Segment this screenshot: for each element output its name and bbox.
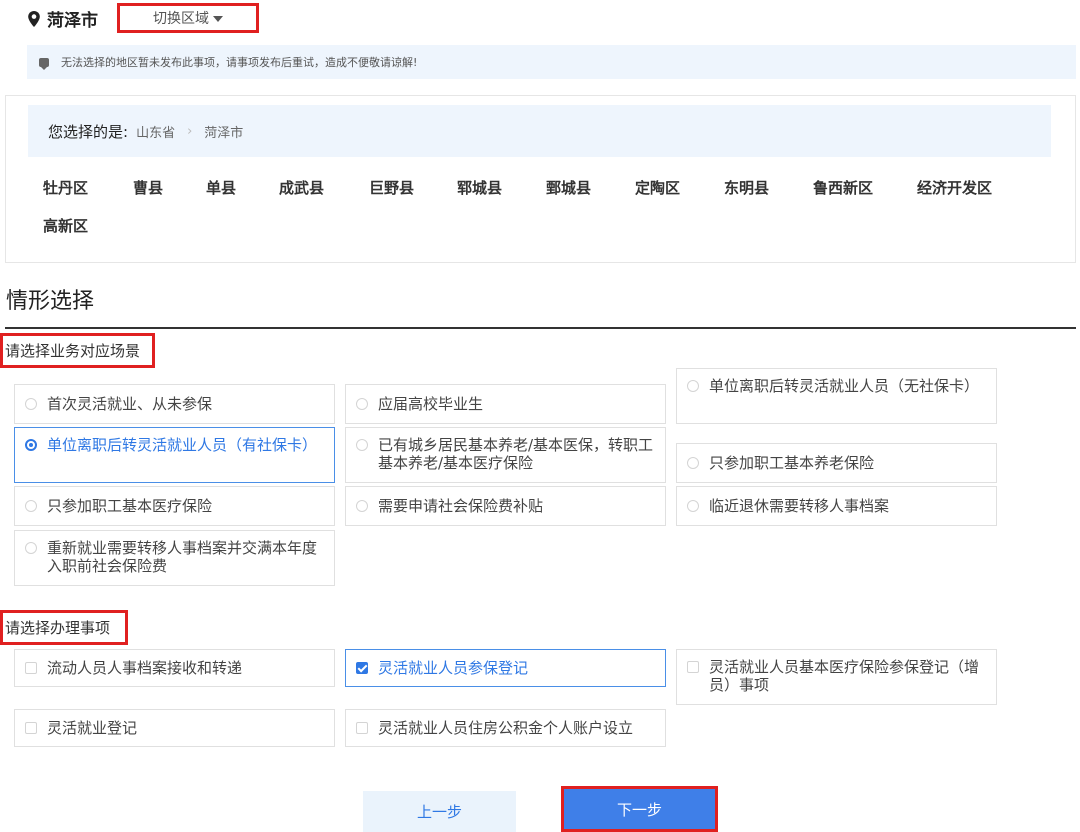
district-item[interactable]: 鲁西新区 [813, 177, 873, 198]
radio-icon [356, 439, 368, 451]
scenario-option[interactable]: 单位离职后转灵活就业人员（无社保卡） [676, 368, 997, 424]
selected-region-bar: 您选择的是: 山东省 › 菏泽市 [28, 105, 1051, 157]
prev-step-label: 上一步 [416, 803, 462, 821]
city-name: 菏泽市 [47, 11, 98, 31]
district-item[interactable]: 高新区 [43, 215, 88, 236]
scenario-option[interactable]: 已有城乡居民基本养老/基本医保，转职工基本养老/基本医疗保险 [345, 427, 666, 483]
radio-icon [687, 500, 699, 512]
switch-region-label: 切换区域 [153, 11, 209, 27]
caret-down-icon [213, 16, 223, 22]
breadcrumb-city[interactable]: 菏泽市 [204, 122, 243, 141]
scenario-option[interactable]: 临近退休需要转移人事档案 [676, 486, 997, 526]
checkbox-icon [25, 662, 37, 674]
radio-icon [687, 457, 699, 469]
checkbox-icon [356, 722, 368, 734]
checkbox-checked-icon [356, 662, 368, 674]
next-step-button[interactable]: 下一步 [561, 786, 718, 832]
scenario-option[interactable]: 首次灵活就业、从未参保 [14, 384, 335, 424]
radio-icon [25, 542, 37, 554]
breadcrumb-separator-icon: › [187, 123, 193, 139]
district-item[interactable]: 定陶区 [635, 177, 680, 198]
section-divider [5, 327, 1076, 329]
scenario-option[interactable]: 只参加职工基本养老保险 [676, 443, 997, 483]
district-item[interactable]: 巨野县 [369, 177, 414, 198]
district-item[interactable]: 东明县 [724, 177, 769, 198]
district-item[interactable]: 郓城县 [457, 177, 502, 198]
district-item[interactable]: 曹县 [133, 177, 163, 198]
checkbox-icon [687, 661, 699, 673]
district-item[interactable]: 经济开发区 [917, 177, 992, 198]
matter-option[interactable]: 流动人员人事档案接收和转递 [14, 649, 335, 687]
district-item[interactable]: 单县 [206, 177, 236, 198]
prev-step-button[interactable]: 上一步 [363, 791, 516, 832]
scenario-option[interactable]: 重新就业需要转移人事档案并交满本年度入职前社会保险费 [14, 530, 335, 586]
radio-checked-icon [25, 439, 37, 451]
scenario-option-selected[interactable]: 单位离职后转灵活就业人员（有社保卡） [14, 427, 335, 483]
district-item[interactable]: 成武县 [279, 177, 324, 198]
radio-icon [25, 500, 37, 512]
notice-bar: 无法选择的地区暂未发布此事项，请事项发布后重试，造成不便敬请谅解! [27, 45, 1076, 79]
matters-title: 请选择办理事项 [0, 610, 128, 645]
matter-option[interactable]: 灵活就业登记 [14, 709, 335, 747]
selected-label: 您选择的是: [48, 122, 129, 141]
scenario-option[interactable]: 只参加职工基本医疗保险 [14, 486, 335, 526]
scenario-option[interactable]: 需要申请社会保险费补贴 [345, 486, 666, 526]
matter-option[interactable]: 灵活就业人员基本医疗保险参保登记（增员）事项 [676, 649, 997, 705]
scenario-option[interactable]: 应届高校毕业生 [345, 384, 666, 424]
district-item[interactable]: 牡丹区 [43, 177, 88, 198]
message-icon [39, 57, 49, 70]
current-city: 菏泽市 [27, 6, 98, 31]
switch-region-button[interactable]: 切换区域 [117, 3, 259, 33]
checkbox-icon [25, 722, 37, 734]
scenario-title: 请选择业务对应场景 [0, 333, 155, 368]
location-pin-icon [28, 10, 40, 27]
radio-icon [356, 398, 368, 410]
section-title: 情形选择 [6, 289, 95, 314]
matter-option[interactable]: 灵活就业人员住房公积金个人账户设立 [345, 709, 666, 747]
radio-icon [356, 500, 368, 512]
district-item[interactable]: 鄄城县 [546, 177, 591, 198]
next-step-label: 下一步 [616, 800, 662, 819]
notice-text: 无法选择的地区暂未发布此事项，请事项发布后重试，造成不便敬请谅解! [61, 56, 418, 69]
radio-icon [687, 380, 699, 392]
matter-option-checked[interactable]: 灵活就业人员参保登记 [345, 649, 666, 687]
radio-icon [25, 398, 37, 410]
breadcrumb-province[interactable]: 山东省 [136, 122, 175, 141]
